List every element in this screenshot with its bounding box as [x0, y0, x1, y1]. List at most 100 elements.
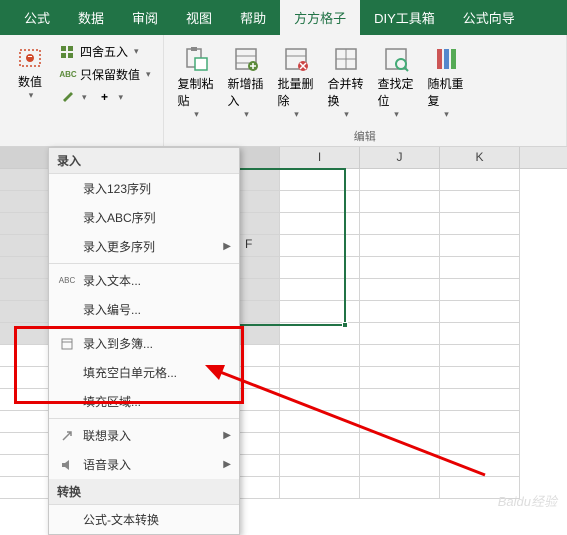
cell[interactable] — [360, 411, 440, 433]
dropdown-icon: ▾ — [29, 90, 34, 101]
menu-item-voice[interactable]: 语音录入 ▶ — [49, 450, 239, 479]
cell[interactable] — [440, 455, 520, 477]
cell[interactable] — [280, 433, 360, 455]
menu-item-abc[interactable]: 录入ABC序列 — [49, 203, 239, 232]
find-pos-label: 查找定位 — [378, 75, 414, 109]
col-header-i[interactable]: I — [280, 147, 360, 168]
keep-num-button[interactable]: ABC 只保留数值 ▾ — [56, 64, 155, 85]
col-header-k[interactable]: K — [440, 147, 520, 168]
cell[interactable] — [440, 411, 520, 433]
keep-num-label: 只保留数值 — [80, 66, 140, 83]
insert-button[interactable]: 新增插入 ▾ — [222, 41, 270, 124]
cell[interactable] — [280, 235, 360, 257]
cell[interactable] — [440, 323, 520, 345]
find-icon — [382, 45, 410, 73]
dropdown-icon: ▾ — [134, 46, 139, 57]
tab-view[interactable]: 视图 — [172, 0, 226, 35]
cell[interactable] — [280, 411, 360, 433]
copy-paste-label: 复制粘贴 — [178, 75, 214, 109]
num-value-icon — [18, 47, 42, 71]
cell[interactable] — [360, 323, 440, 345]
cell[interactable] — [440, 279, 520, 301]
menu-item-number[interactable]: 录入编号... — [49, 295, 239, 324]
dropdown-icon: ▾ — [394, 109, 399, 120]
speaker-icon — [57, 458, 77, 472]
tab-formula[interactable]: 公式 — [10, 0, 64, 35]
round-icon — [60, 44, 76, 60]
batch-del-label: 批量删除 — [278, 75, 314, 109]
cell[interactable] — [440, 169, 520, 191]
tab-formula-guide[interactable]: 公式向导 — [449, 0, 529, 35]
cell[interactable] — [280, 345, 360, 367]
cell[interactable] — [280, 323, 360, 345]
cell[interactable] — [440, 345, 520, 367]
col-header-j[interactable]: J — [360, 147, 440, 168]
batch-del-button[interactable]: 批量删除 ▾ — [272, 41, 320, 124]
tab-help[interactable]: 帮助 — [226, 0, 280, 35]
rand-repeat-label: 随机重复 — [428, 75, 464, 109]
tab-data[interactable]: 数据 — [64, 0, 118, 35]
plus-icon: + — [97, 89, 113, 105]
cell[interactable] — [280, 301, 360, 323]
cell[interactable] — [360, 455, 440, 477]
cell[interactable] — [280, 257, 360, 279]
ribbon: 数值 ▾ 四舍五入 ▾ ABC 只保留数值 ▾ ▾ + ▾ — [0, 35, 567, 147]
cell[interactable] — [440, 301, 520, 323]
cell[interactable] — [360, 213, 440, 235]
menu-item-fill-region[interactable]: 填充区域... — [49, 387, 239, 416]
cell[interactable] — [280, 169, 360, 191]
menu-separator — [49, 326, 239, 327]
insert-label: 新增插入 — [228, 75, 264, 109]
cell[interactable] — [360, 345, 440, 367]
dropdown-icon: ▾ — [344, 109, 349, 120]
cell[interactable] — [360, 191, 440, 213]
cell[interactable] — [280, 367, 360, 389]
menu-item-more-series[interactable]: 录入更多序列 ▶ — [49, 232, 239, 261]
cell[interactable] — [360, 389, 440, 411]
group-label: 编辑 — [172, 128, 558, 144]
merge-conv-button[interactable]: 合并转换 ▾ — [322, 41, 370, 124]
tab-diy[interactable]: DIY工具箱 — [360, 0, 449, 35]
ribbon-group-2: 复制粘贴 ▾ 新增插入 ▾ 批量删除 ▾ 合并转换 ▾ 查找定位 ▾ — [164, 35, 567, 146]
watermark: Baidu经验 — [498, 491, 557, 510]
cell[interactable] — [280, 213, 360, 235]
cell[interactable] — [360, 169, 440, 191]
cell[interactable] — [440, 213, 520, 235]
menu-item-assoc[interactable]: 联想录入 ▶ — [49, 421, 239, 450]
menu-item-fill-blank[interactable]: 填充空白单元格... — [49, 358, 239, 387]
cell[interactable] — [440, 367, 520, 389]
dropdown-icon: ▾ — [82, 92, 87, 103]
cell[interactable] — [280, 389, 360, 411]
dropdown-icon: ▾ — [244, 109, 249, 120]
menu-item-multibook[interactable]: 录入到多簿... — [49, 329, 239, 358]
find-pos-button[interactable]: 查找定位 ▾ — [372, 41, 420, 124]
tab-fanfan[interactable]: 方方格子 — [280, 0, 360, 35]
num-value-button[interactable]: 数值 ▾ — [8, 41, 52, 107]
cell[interactable] — [360, 235, 440, 257]
cell[interactable] — [360, 257, 440, 279]
menu-item-123[interactable]: 录入123序列 — [49, 174, 239, 203]
tab-review[interactable]: 审阅 — [118, 0, 172, 35]
cell[interactable] — [280, 455, 360, 477]
cell[interactable] — [360, 301, 440, 323]
cell[interactable] — [440, 191, 520, 213]
cell[interactable] — [280, 279, 360, 301]
cell[interactable] — [440, 389, 520, 411]
cell[interactable] — [360, 367, 440, 389]
cell[interactable] — [280, 191, 360, 213]
menu-item-text[interactable]: ABC 录入文本... — [49, 266, 239, 295]
cell[interactable] — [360, 433, 440, 455]
copy-paste-button[interactable]: 复制粘贴 ▾ — [172, 41, 220, 124]
cell[interactable] — [440, 433, 520, 455]
selection-handle[interactable] — [342, 322, 348, 328]
cell[interactable] — [360, 477, 440, 499]
rand-repeat-button[interactable]: 随机重复 ▾ — [422, 41, 470, 124]
cell[interactable] — [440, 257, 520, 279]
cell[interactable] — [440, 235, 520, 257]
misc-button[interactable]: ▾ + ▾ — [56, 87, 155, 107]
round-button[interactable]: 四舍五入 ▾ — [56, 41, 155, 62]
round-label: 四舍五入 — [80, 43, 128, 60]
cell[interactable] — [360, 279, 440, 301]
cell[interactable] — [280, 477, 360, 499]
tab-bar: 公式 数据 审阅 视图 帮助 方方格子 DIY工具箱 公式向导 — [0, 0, 567, 35]
